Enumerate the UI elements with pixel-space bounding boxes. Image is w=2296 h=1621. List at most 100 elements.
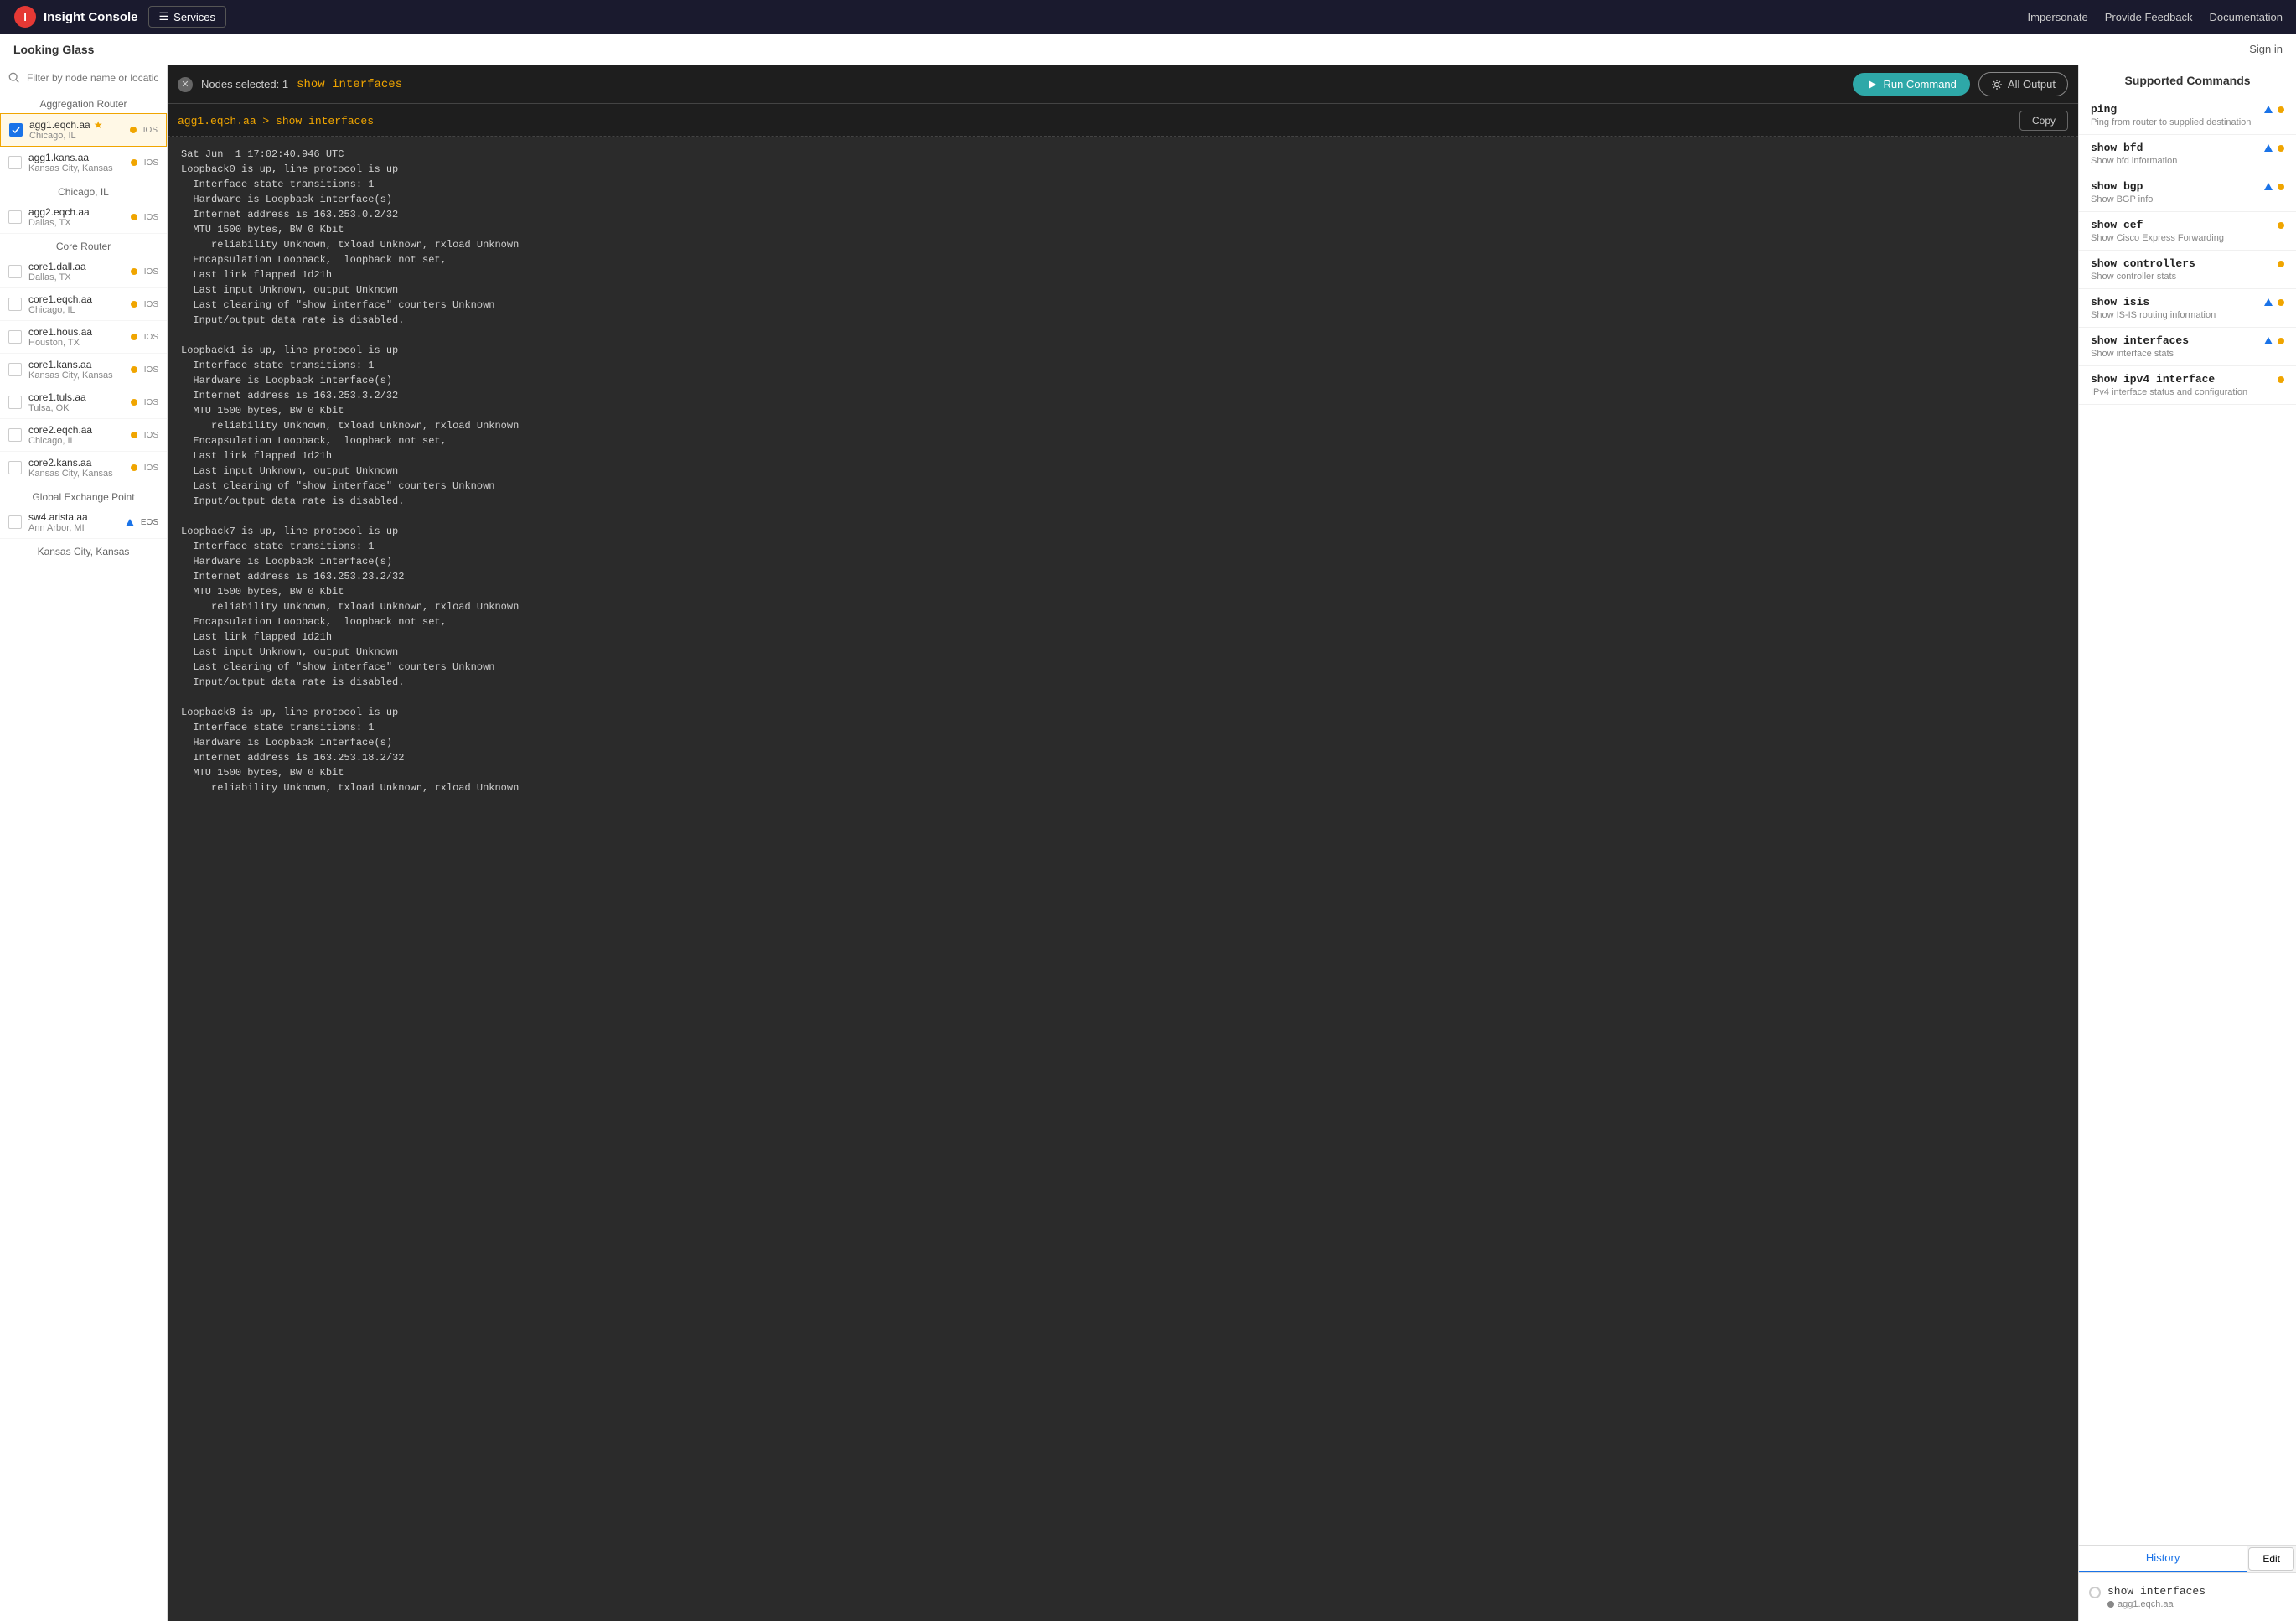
history-tabs: History Edit: [2079, 1545, 2296, 1573]
node-checkbox[interactable]: [8, 461, 22, 474]
play-icon: [1866, 79, 1878, 91]
node-checkbox[interactable]: [8, 428, 22, 442]
os-badge: IOS: [144, 398, 158, 407]
history-node-dot: [2107, 1601, 2114, 1608]
app-title: Insight Console: [44, 10, 138, 24]
list-item[interactable]: show interfaces Show interface stats: [2079, 328, 2296, 366]
os-badge: IOS: [144, 431, 158, 440]
ios-badge-icon: [2278, 145, 2284, 152]
eos-badge-icon: [2264, 144, 2273, 152]
star-icon: ★: [94, 119, 103, 131]
eos-badge-icon: [2264, 337, 2273, 344]
close-button[interactable]: ✕: [178, 77, 193, 92]
terminal-output: Sat Jun 1 17:02:40.946 UTC Loopback0 is …: [168, 137, 2078, 1621]
list-item[interactable]: show cef Show Cisco Express Forwarding: [2079, 212, 2296, 251]
ios-badge-icon: [2278, 222, 2284, 229]
list-item[interactable]: show bgp Show BGP info: [2079, 173, 2296, 212]
node-info: core1.hous.aa Houston, TX: [28, 326, 124, 348]
ios-badge-icon: [2278, 106, 2284, 113]
node-checkbox[interactable]: [9, 123, 23, 137]
node-checkbox[interactable]: [8, 265, 22, 278]
os-badge: IOS: [144, 333, 158, 342]
ios-badge-icon: [2278, 338, 2284, 344]
list-item[interactable]: ping Ping from router to supplied destin…: [2079, 96, 2296, 135]
group-chicago: Chicago, IL: [0, 179, 167, 201]
main-layout: Aggregation Router agg1.eqch.aa ★ Chicag…: [0, 65, 2296, 1621]
ios-badge-icon: [2278, 184, 2284, 190]
command-bar: ✕ Nodes selected: 1 Run Command All Outp…: [168, 65, 2078, 104]
node-info: sw4.arista.aa Ann Arbor, MI: [28, 511, 119, 533]
history-item: show interfaces agg1.eqch.aa: [2089, 1580, 2286, 1614]
list-item[interactable]: show controllers Show controller stats: [2079, 251, 2296, 289]
group-kansas-city: Kansas City, Kansas: [0, 539, 167, 561]
node-list: Aggregation Router agg1.eqch.aa ★ Chicag…: [0, 91, 167, 1621]
node-checkbox[interactable]: [8, 515, 22, 529]
status-dot: [131, 159, 137, 166]
run-command-button[interactable]: Run Command: [1853, 73, 1969, 96]
node-checkbox[interactable]: [8, 210, 22, 224]
list-item[interactable]: agg1.kans.aa Kansas City, Kansas IOS: [0, 147, 167, 179]
node-checkbox[interactable]: [8, 298, 22, 311]
list-item[interactable]: show ipv4 interface IPv4 interface statu…: [2079, 366, 2296, 405]
copy-button[interactable]: Copy: [2019, 111, 2068, 131]
feedback-link[interactable]: Provide Feedback: [2105, 11, 2193, 23]
list-item[interactable]: agg2.eqch.aa Dallas, TX IOS: [0, 201, 167, 234]
list-item[interactable]: show isis Show IS-IS routing information: [2079, 289, 2296, 328]
node-info: agg1.eqch.aa ★ Chicago, IL: [29, 119, 123, 141]
list-item[interactable]: core1.eqch.aa Chicago, IL IOS: [0, 288, 167, 321]
left-sidebar: Aggregation Router agg1.eqch.aa ★ Chicag…: [0, 65, 168, 1621]
top-nav-right: Impersonate Provide Feedback Documentati…: [2028, 11, 2283, 23]
list-item[interactable]: core1.dall.aa Dallas, TX IOS: [0, 256, 167, 288]
center-panel: ✕ Nodes selected: 1 Run Command All Outp…: [168, 65, 2078, 1621]
node-info: agg1.kans.aa Kansas City, Kansas: [28, 152, 124, 173]
list-item[interactable]: core1.kans.aa Kansas City, Kansas IOS: [0, 354, 167, 386]
node-info: core2.eqch.aa Chicago, IL: [28, 424, 124, 446]
ios-badge-icon: [2278, 299, 2284, 306]
os-badge: IOS: [144, 213, 158, 222]
logo: I Insight Console: [13, 5, 138, 28]
top-nav: I Insight Console ☰ Services Impersonate…: [0, 0, 2296, 34]
list-item[interactable]: core2.kans.aa Kansas City, Kansas IOS: [0, 452, 167, 484]
status-dot: [131, 301, 137, 308]
node-info: agg2.eqch.aa Dallas, TX: [28, 206, 124, 228]
node-checkbox[interactable]: [8, 156, 22, 169]
supported-commands-header: Supported Commands: [2079, 65, 2296, 96]
status-triangle: [126, 519, 134, 526]
tab-history[interactable]: History: [2079, 1546, 2247, 1572]
os-badge: IOS: [144, 158, 158, 168]
os-badge: EOS: [141, 518, 158, 527]
node-checkbox[interactable]: [8, 330, 22, 344]
list-item[interactable]: core2.eqch.aa Chicago, IL IOS: [0, 419, 167, 452]
edit-button[interactable]: Edit: [2248, 1547, 2294, 1571]
node-checkbox[interactable]: [8, 396, 22, 409]
history-radio[interactable]: [2089, 1587, 2101, 1598]
command-input[interactable]: [297, 78, 1844, 91]
status-dot: [131, 432, 137, 438]
list-item[interactable]: core1.tuls.aa Tulsa, OK IOS: [0, 386, 167, 419]
sub-nav: Looking Glass Sign in: [0, 34, 2296, 65]
node-info: core1.eqch.aa Chicago, IL: [28, 293, 124, 315]
search-input[interactable]: [27, 72, 158, 84]
list-item[interactable]: sw4.arista.aa Ann Arbor, MI EOS: [0, 506, 167, 539]
services-button[interactable]: ☰ Services: [148, 6, 227, 28]
documentation-link[interactable]: Documentation: [2210, 11, 2283, 23]
signin-link[interactable]: Sign in: [2249, 43, 2283, 55]
list-item[interactable]: agg1.eqch.aa ★ Chicago, IL IOS: [0, 113, 167, 147]
list-item[interactable]: show bfd Show bfd information: [2079, 135, 2296, 173]
status-dot: [131, 268, 137, 275]
ios-badge-icon: [2278, 261, 2284, 267]
eos-badge-icon: [2264, 298, 2273, 306]
status-dot: [131, 334, 137, 340]
node-info: core1.kans.aa Kansas City, Kansas: [28, 359, 124, 381]
node-info: core1.tuls.aa Tulsa, OK: [28, 391, 124, 413]
status-dot: [131, 399, 137, 406]
all-output-button[interactable]: All Output: [1978, 72, 2068, 96]
gear-icon: [1991, 79, 2003, 91]
eos-badge-icon: [2264, 106, 2273, 113]
output-header: agg1.eqch.aa > show interfaces Copy: [168, 104, 2078, 137]
status-dot: [131, 366, 137, 373]
node-checkbox[interactable]: [8, 363, 22, 376]
search-icon: [8, 72, 20, 84]
impersonate-link[interactable]: Impersonate: [2028, 11, 2088, 23]
list-item[interactable]: core1.hous.aa Houston, TX IOS: [0, 321, 167, 354]
